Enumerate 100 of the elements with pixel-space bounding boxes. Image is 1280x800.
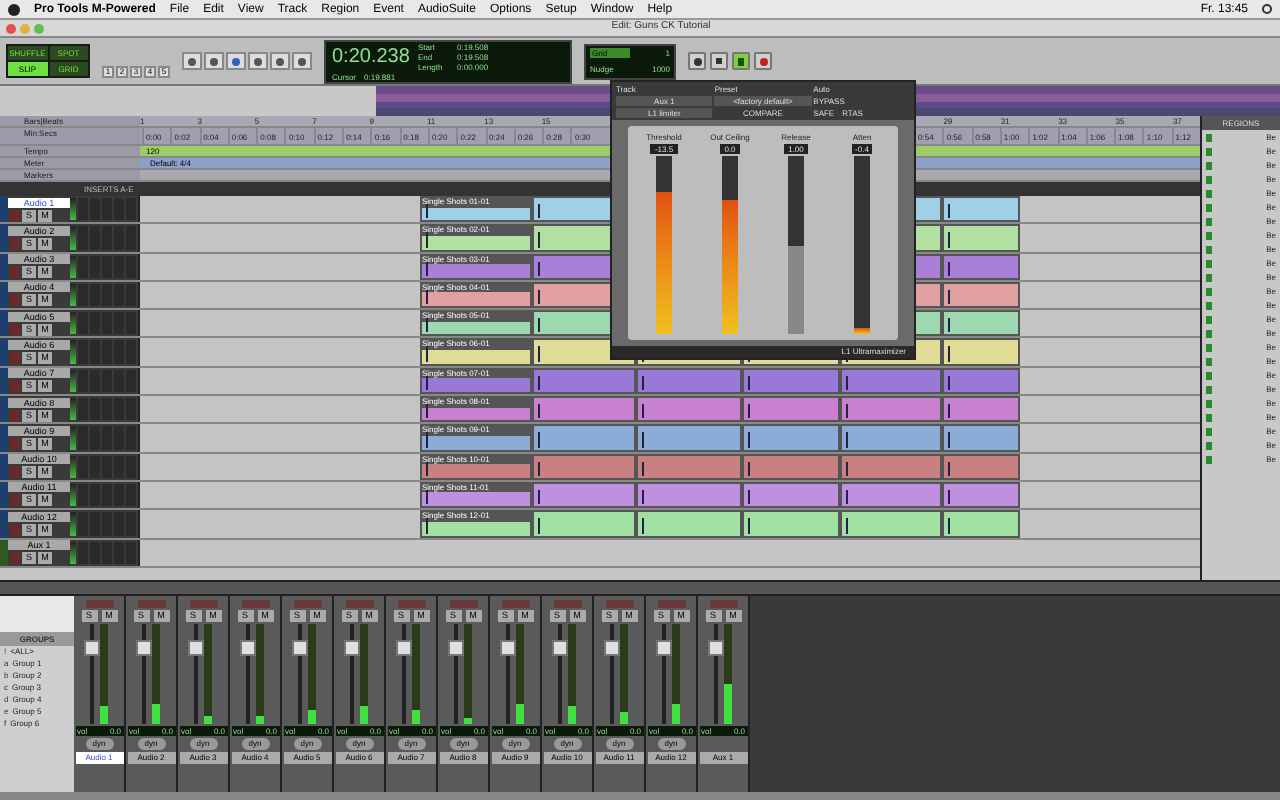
insert-slot[interactable]	[114, 541, 124, 564]
insert-slot[interactable]	[102, 369, 112, 393]
insert-slot[interactable]	[102, 541, 112, 564]
insert-slot[interactable]	[78, 369, 88, 393]
fader-handle[interactable]	[604, 640, 620, 656]
insert-slot[interactable]	[78, 198, 88, 221]
insert-slot[interactable]	[90, 226, 100, 250]
fader-handle[interactable]	[656, 640, 672, 656]
record-arm-button[interactable]	[10, 380, 20, 393]
insert-slot[interactable]	[114, 483, 124, 507]
record-arm-button[interactable]	[10, 237, 20, 250]
insert-slot[interactable]	[126, 255, 136, 278]
insert-slot[interactable]	[114, 312, 124, 335]
insert-slot[interactable]	[114, 512, 124, 536]
insert-slot[interactable]	[102, 483, 112, 507]
splitter-bar[interactable]	[0, 580, 1280, 596]
insert-slot[interactable]	[114, 255, 124, 278]
insert-slot[interactable]	[90, 398, 100, 421]
insert-slot[interactable]	[126, 512, 136, 536]
insert-slot[interactable]	[102, 226, 112, 250]
insert-slot[interactable]	[102, 198, 112, 221]
insert-slot[interactable]	[78, 226, 88, 250]
insert-slot[interactable]	[114, 398, 124, 421]
insert-slot[interactable]	[126, 283, 136, 307]
insert-slot[interactable]	[126, 226, 136, 250]
insert-slot[interactable]	[78, 541, 88, 564]
insert-slot[interactable]	[114, 369, 124, 393]
insert-slot[interactable]	[126, 455, 136, 478]
insert-slot[interactable]	[102, 283, 112, 307]
insert-slot[interactable]	[78, 512, 88, 536]
insert-slot[interactable]	[102, 398, 112, 421]
insert-slot[interactable]	[114, 455, 124, 478]
insert-slot[interactable]	[78, 426, 88, 450]
fader-handle[interactable]	[240, 640, 256, 656]
fader-handle[interactable]	[344, 640, 360, 656]
fader-handle[interactable]	[84, 640, 100, 656]
track-meter	[70, 369, 76, 393]
insert-slot[interactable]	[78, 255, 88, 278]
record-arm-button[interactable]	[10, 523, 20, 536]
stop-button[interactable]	[710, 52, 728, 70]
play-button[interactable]	[732, 52, 750, 70]
record-arm-button[interactable]	[10, 494, 20, 507]
insert-slot[interactable]	[90, 512, 100, 536]
insert-slot[interactable]	[90, 455, 100, 478]
insert-slot[interactable]	[78, 483, 88, 507]
fader-handle[interactable]	[292, 640, 308, 656]
insert-slot[interactable]	[126, 369, 136, 393]
record-arm-button[interactable]	[10, 409, 20, 422]
insert-slot[interactable]	[90, 541, 100, 564]
insert-slot[interactable]	[114, 426, 124, 450]
fader-handle[interactable]	[448, 640, 464, 656]
insert-slot[interactable]	[102, 426, 112, 450]
insert-slot[interactable]	[90, 426, 100, 450]
insert-slot[interactable]	[90, 483, 100, 507]
insert-slot[interactable]	[102, 340, 112, 364]
insert-slot[interactable]	[90, 340, 100, 364]
insert-slot[interactable]	[114, 283, 124, 307]
insert-slot[interactable]	[126, 198, 136, 221]
fader-handle[interactable]	[188, 640, 204, 656]
record-arm-button[interactable]	[10, 323, 20, 336]
record-arm-button[interactable]	[10, 466, 20, 479]
fader-handle[interactable]	[500, 640, 516, 656]
record-arm-button[interactable]	[10, 209, 20, 221]
record-arm-button[interactable]	[10, 266, 20, 279]
insert-slot[interactable]	[126, 312, 136, 335]
insert-slot[interactable]	[78, 340, 88, 364]
insert-slot[interactable]	[126, 483, 136, 507]
apple-icon[interactable]	[8, 3, 20, 15]
record-arm-button[interactable]	[10, 294, 20, 307]
insert-slot[interactable]	[114, 340, 124, 364]
insert-slot[interactable]	[78, 398, 88, 421]
insert-slot[interactable]	[102, 455, 112, 478]
insert-slot[interactable]	[102, 255, 112, 278]
insert-slot[interactable]	[126, 340, 136, 364]
record-arm-button[interactable]	[10, 351, 20, 364]
insert-slot[interactable]	[90, 255, 100, 278]
fader-handle[interactable]	[136, 640, 152, 656]
insert-slot[interactable]	[78, 283, 88, 307]
insert-slot[interactable]	[114, 226, 124, 250]
fader-handle[interactable]	[396, 640, 412, 656]
search-icon[interactable]	[1262, 4, 1272, 14]
insert-slot[interactable]	[102, 512, 112, 536]
record-arm-button[interactable]	[10, 437, 20, 450]
insert-slot[interactable]	[90, 369, 100, 393]
track-meter	[70, 512, 76, 536]
insert-slot[interactable]	[78, 312, 88, 335]
insert-slot[interactable]	[90, 283, 100, 307]
rewind-button[interactable]	[688, 52, 706, 70]
fader-handle[interactable]	[708, 640, 724, 656]
record-button[interactable]	[754, 52, 772, 70]
insert-slot[interactable]	[126, 426, 136, 450]
insert-slot[interactable]	[90, 198, 100, 221]
insert-slot[interactable]	[102, 312, 112, 335]
record-arm-button[interactable]	[10, 552, 20, 565]
insert-slot[interactable]	[114, 198, 124, 221]
fader-handle[interactable]	[552, 640, 568, 656]
insert-slot[interactable]	[126, 398, 136, 421]
insert-slot[interactable]	[126, 541, 136, 564]
insert-slot[interactable]	[78, 455, 88, 478]
insert-slot[interactable]	[90, 312, 100, 335]
